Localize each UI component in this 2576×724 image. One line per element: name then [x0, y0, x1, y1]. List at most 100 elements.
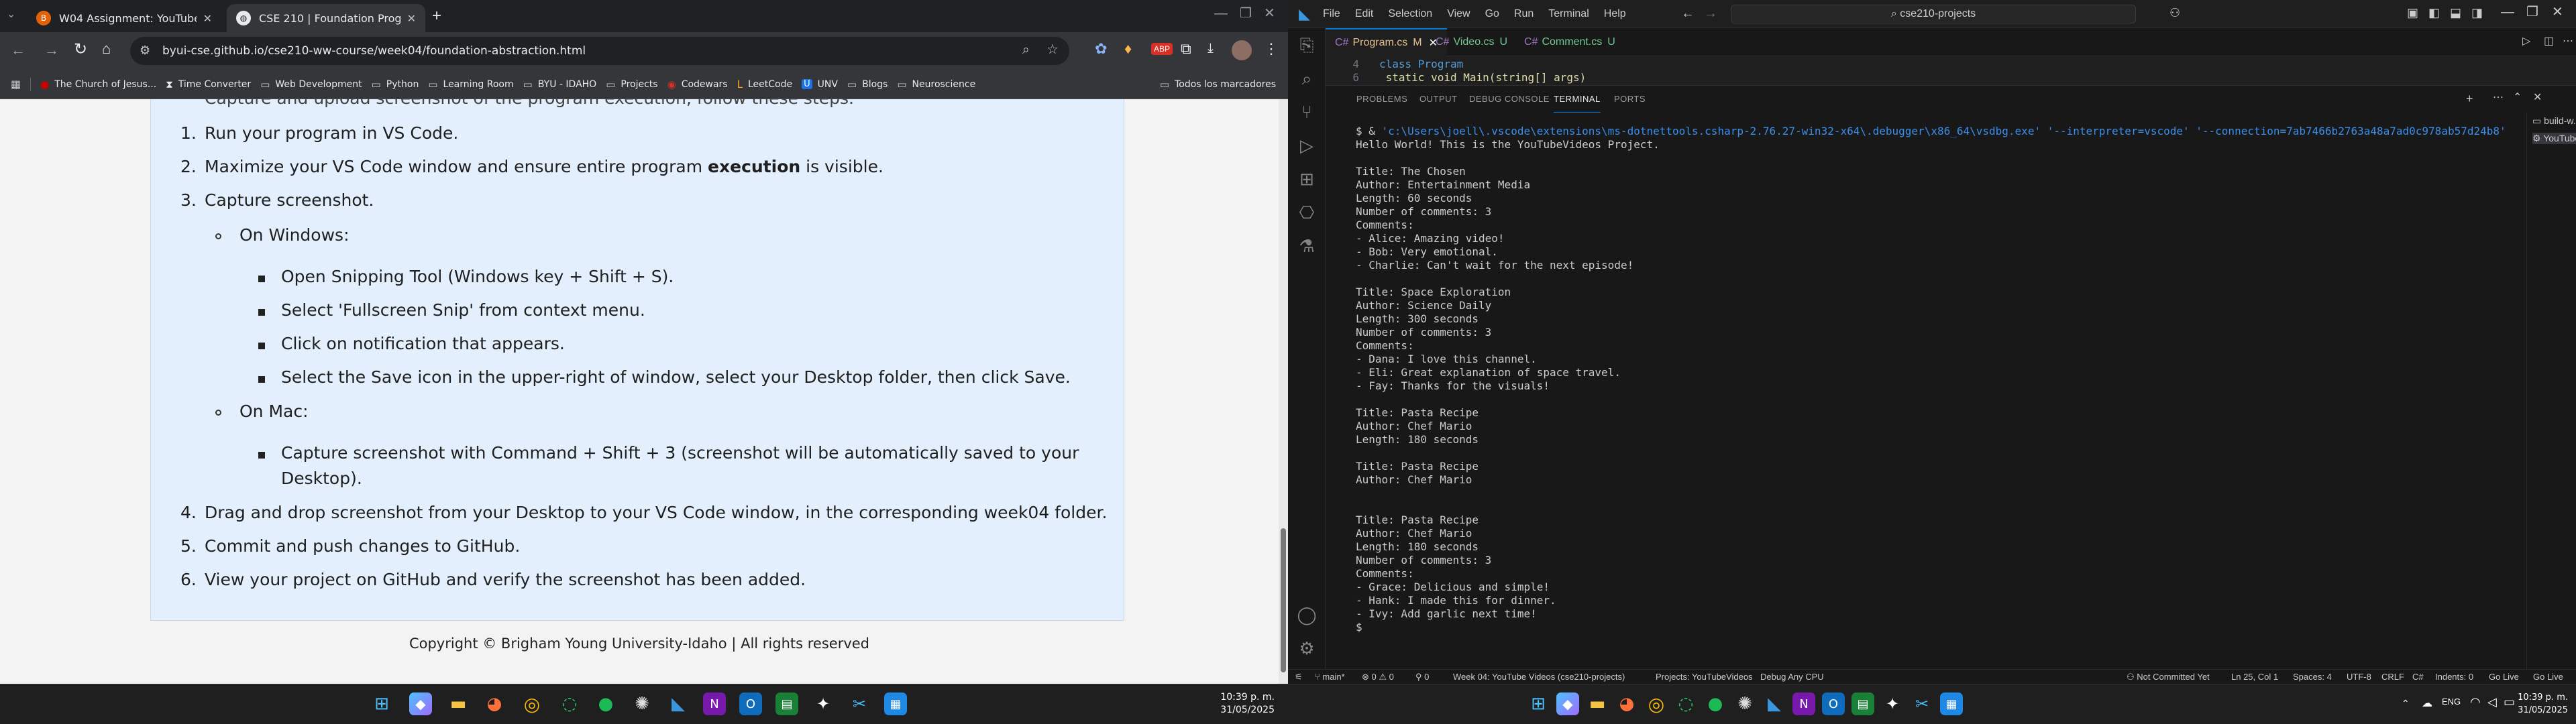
menu-run[interactable]: Run	[1514, 8, 1534, 20]
layout-icon[interactable]: ▣	[2407, 7, 2418, 19]
toggle-secondary-sidebar-icon[interactable]: ◨	[2471, 7, 2483, 19]
tab-w04-assignment[interactable]: B W04 Assignment: YouTube Vid... ✕	[27, 4, 221, 32]
chatgpt-icon[interactable]: ✺	[631, 692, 653, 715]
close-tab-icon[interactable]: ✕	[203, 12, 212, 25]
panel-tab-ports[interactable]: PORTS	[1614, 86, 1646, 113]
bookmark-folder[interactable]: ▭ BYU - IDAHO	[523, 78, 597, 90]
menu-file[interactable]: File	[1323, 8, 1340, 20]
remote-icon[interactable]: ⚟	[1295, 670, 1303, 684]
bookmark-folder[interactable]: ▭ Projects	[606, 78, 657, 90]
snipping-tool-icon[interactable]: ✂	[848, 692, 871, 715]
tab-comment-cs[interactable]: C# Comment.cs U	[1515, 28, 1625, 56]
go-live-status[interactable]: Go Live	[2533, 670, 2563, 684]
firefox-icon[interactable]: ◕	[483, 692, 506, 715]
run-debug-icon[interactable]: ▷	[1297, 135, 1317, 156]
file-explorer-icon[interactable]: ▬	[447, 692, 470, 715]
battery-icon[interactable]: ▭	[2504, 695, 2515, 709]
new-terminal-icon[interactable]: +	[2466, 93, 2473, 105]
cloud-icon[interactable]: ☁	[2422, 697, 2432, 710]
copilot-icon[interactable]: ◆	[409, 692, 432, 715]
outlook-icon[interactable]: O	[1822, 692, 1845, 715]
tray-chevron-icon[interactable]: ⌃	[2402, 698, 2410, 709]
menu-edit[interactable]: Edit	[1355, 8, 1374, 20]
file-explorer-icon[interactable]: ▬	[1586, 692, 1609, 715]
extension-icon[interactable]: ✿	[1095, 42, 1107, 56]
close-tab-icon[interactable]: ✕	[407, 12, 416, 25]
adblock-icon[interactable]: ABP	[1151, 43, 1173, 55]
copilot-icon[interactable]: ⚇	[2169, 7, 2180, 19]
maximize-icon[interactable]: ❐	[1240, 7, 1252, 20]
nav-forward-icon[interactable]: →	[1704, 7, 1717, 20]
code-editor[interactable]: 4 class Program 6 static void Main(string…	[1326, 56, 2576, 86]
projects-status[interactable]: Projects: YouTubeVideos	[1656, 670, 1753, 684]
minimize-icon[interactable]: —	[2501, 5, 2514, 19]
extensions-icon[interactable]: ⊞	[1297, 169, 1317, 189]
minimize-icon[interactable]: —	[1214, 7, 1228, 20]
project-status[interactable]: Week 04: YouTube Videos (cse210-projects…	[1453, 670, 1625, 684]
bookmark-item[interactable]: ● The Church of Jesus...	[40, 78, 156, 90]
accounts-icon[interactable]: ◯	[1297, 605, 1317, 625]
vscode-icon[interactable]: ◣	[667, 692, 690, 715]
notes-icon[interactable]: ▦	[1940, 692, 1963, 715]
eol-status[interactable]: CRLF	[2381, 670, 2404, 684]
whatsapp-icon[interactable]: ◌	[558, 692, 581, 715]
language-indicator[interactable]: ENG	[2442, 697, 2461, 707]
forward-icon[interactable]: →	[44, 43, 59, 58]
home-icon[interactable]: ⌂	[102, 42, 111, 56]
menu-go[interactable]: Go	[1485, 8, 1499, 20]
manage-gear-icon[interactable]: ⚙	[1297, 638, 1317, 658]
wifi-icon[interactable]: ◠	[2470, 695, 2481, 709]
tab-cse210[interactable]: ◍ CSE 210 | Foundation Program ✕	[227, 4, 425, 32]
chatgpt-icon[interactable]: ✺	[1733, 692, 1756, 715]
nav-back-icon[interactable]: ←	[1681, 7, 1695, 20]
onenote-icon[interactable]: N	[1792, 692, 1815, 715]
spotify-icon[interactable]: ●	[594, 692, 617, 715]
extension-icon[interactable]: ♦	[1124, 42, 1132, 56]
sheets-icon[interactable]: ▤	[1851, 692, 1874, 715]
panel-tab-terminal[interactable]: TERMINAL	[1554, 86, 1601, 113]
toggle-sidebar-icon[interactable]: ◧	[2428, 7, 2440, 19]
bookmark-item[interactable]: ◉ Codewars	[667, 78, 728, 90]
all-bookmarks[interactable]: ▭ Todos los marcadores	[1160, 78, 1276, 90]
spotify-icon[interactable]: ●	[1704, 692, 1727, 715]
downloads-icon[interactable]: ⤓	[1208, 42, 1214, 55]
branch-status[interactable]: ⑂ main*	[1315, 670, 1345, 684]
chrome-icon[interactable]: ◎	[1645, 692, 1668, 715]
indentation-status[interactable]: Spaces: 4	[2293, 670, 2332, 684]
remote-explorer-icon[interactable]: ⎔	[1297, 202, 1317, 223]
windows-start-icon[interactable]: ⊞	[1527, 692, 1550, 715]
more-actions-icon[interactable]: ⋯	[2493, 93, 2504, 103]
search-icon[interactable]: ⌕	[1297, 68, 1317, 88]
apps-grid-icon[interactable]: ▦	[11, 78, 21, 90]
scrollbar-thumb[interactable]	[1281, 528, 1286, 672]
page-scrollbar[interactable]	[1279, 99, 1288, 684]
site-info-icon[interactable]: ⚙	[140, 44, 150, 56]
snipping-tool-icon[interactable]: ✂	[1911, 692, 1933, 715]
bookmark-item[interactable]: U UNV	[802, 79, 838, 90]
tab-search-icon[interactable]: ⌄	[7, 9, 15, 20]
command-center-search[interactable]: ⌕ cse210-projects	[1731, 5, 2136, 23]
reload-icon[interactable]: ↻	[74, 42, 87, 58]
outlook-icon[interactable]: O	[739, 692, 762, 715]
bookmark-folder[interactable]: ▭ Python	[372, 78, 419, 90]
bookmark-item[interactable]: ⧗ Time Converter	[166, 78, 251, 90]
run-icon[interactable]: ▷	[2522, 36, 2530, 47]
clock[interactable]: 10:39 p. m. 31/05/2025	[1220, 691, 1275, 717]
toggle-panel-icon[interactable]: ⬓	[2450, 7, 2461, 19]
bookmark-star-icon[interactable]: ☆	[1046, 43, 1059, 56]
whatsapp-icon[interactable]: ◌	[1674, 692, 1697, 715]
more-actions-icon[interactable]: ⋯	[2563, 36, 2573, 47]
new-tab-icon[interactable]: +	[432, 8, 441, 24]
ports-status[interactable]: ⚲ 0	[1415, 670, 1429, 684]
menu-kebab-icon[interactable]: ⋮	[1264, 42, 1279, 56]
menu-help[interactable]: Help	[1604, 8, 1626, 20]
cursor-position[interactable]: Ln 25, Col 1	[2231, 670, 2278, 684]
debug-config-status[interactable]: Debug Any CPU	[1760, 670, 1824, 684]
volume-icon[interactable]: ◁	[2487, 695, 2497, 709]
go-live-status[interactable]: Go Live	[2489, 670, 2519, 684]
problems-status[interactable]: ⊗ 0 ⚠ 0	[1362, 670, 1394, 684]
split-editor-icon[interactable]: ◫	[2544, 36, 2554, 47]
vscode-icon[interactable]: ◣	[1763, 692, 1786, 715]
maximize-panel-icon[interactable]: ⌃	[2513, 93, 2522, 103]
maximize-icon[interactable]: ❐	[2526, 5, 2538, 19]
